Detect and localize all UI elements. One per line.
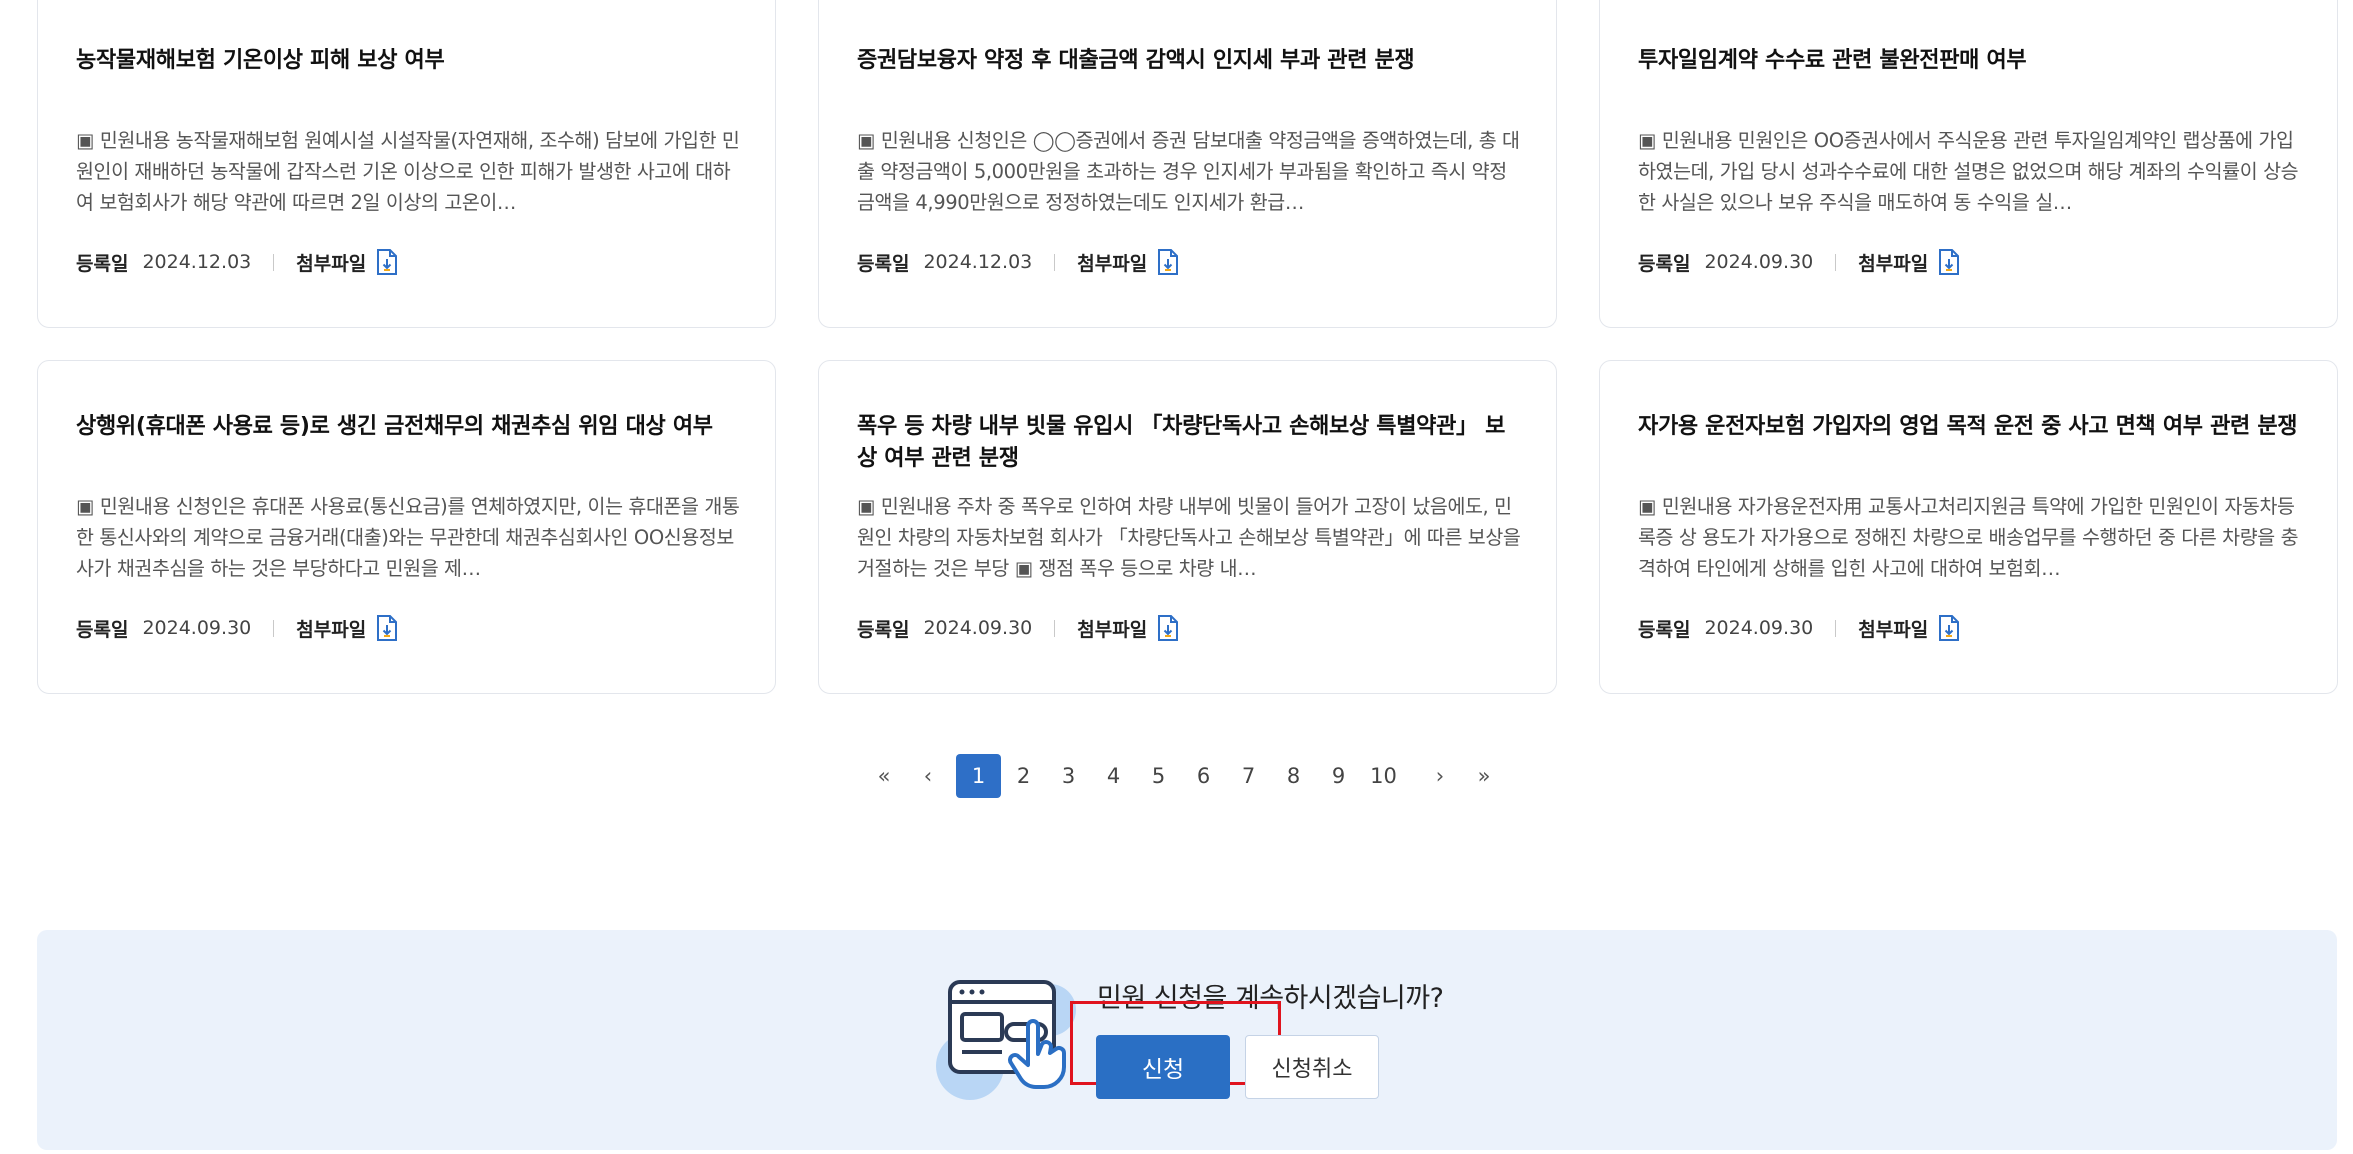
card-summary: ▣ 민원내용 자가용운전자用 교통사고처리지원금 특약에 가입한 민원인이 자동… [1638,495,2299,580]
apply-button[interactable]: 신청 [1096,1035,1230,1099]
apply-confirm-panel: 민원 신청을 계속하시겠습니까? 신청 신청취소 [37,930,2337,1150]
attachment-label: 첨부파일 [1858,618,1929,641]
date-value: 2024.09.30 [1704,617,1814,639]
date-value: 2024.09.30 [1704,251,1814,273]
web-click-hand-icon [932,970,1092,1102]
divider [1835,253,1837,271]
list-item[interactable]: 농작물재해보험 기온이상 피해 보상 여부 ▣ 민원내용 농작물재해보험 원예시… [37,0,776,328]
pagination: « ‹ 1 2 3 4 5 6 7 8 9 10 › » [862,754,1506,798]
first-page-button[interactable]: « [862,754,906,798]
card-meta: 등록일 2024.12.03 첨부파일 [857,247,1179,277]
card-meta: 등록일 2024.09.30 첨부파일 [1638,613,1960,643]
page-5-button[interactable]: 5 [1136,754,1181,798]
date-label: 등록일 [1638,618,1691,641]
attachment-label: 첨부파일 [296,252,367,275]
page: 농작물재해보험 기온이상 피해 보상 여부 ▣ 민원내용 농작물재해보험 원예시… [0,0,2353,1154]
card-title[interactable]: 투자일임계약 수수료 관련 불완전판매 여부 [1638,45,2303,77]
page-2-button[interactable]: 2 [1001,754,1046,798]
card-summary: ▣ 민원내용 민원인은 OO증권사에서 주식운용 관련 투자일임계약인 랩상품에… [1638,129,2299,214]
card-title[interactable]: 농작물재해보험 기온이상 피해 보상 여부 [76,45,741,77]
divider [1054,619,1056,637]
card-meta: 등록일 2024.09.30 첨부파일 [857,613,1179,643]
date-label: 등록일 [1638,252,1691,275]
list-item[interactable]: 자가용 운전자보험 가입자의 영업 목적 운전 중 사고 면책 여부 관련 분쟁… [1599,360,2338,694]
divider [273,619,275,637]
card-title[interactable]: 폭우 등 차량 내부 빗물 유입시 「차량단독사고 손해보상 특별약관」 보상 … [857,411,1522,475]
card-summary: ▣ 민원내용 주차 중 폭우로 인하여 차량 내부에 빗물이 들어가 고장이 났… [857,495,1521,580]
card-title[interactable]: 증권담보융자 약정 후 대출금액 감액시 인지세 부과 관련 분쟁 [857,45,1522,77]
divider [273,253,275,271]
date-value: 2024.09.30 [923,617,1033,639]
page-7-button[interactable]: 7 [1226,754,1271,798]
prev-page-button[interactable]: ‹ [906,754,950,798]
attachment-label: 첨부파일 [1077,618,1148,641]
list-item[interactable]: 폭우 등 차량 내부 빗물 유입시 「차량단독사고 손해보상 특별약관」 보상 … [818,360,1557,694]
card-meta: 등록일 2024.09.30 첨부파일 [1638,247,1960,277]
date-value: 2024.09.30 [142,617,252,639]
page-8-button[interactable]: 8 [1271,754,1316,798]
card-title[interactable]: 자가용 운전자보험 가입자의 영업 목적 운전 중 사고 면책 여부 관련 분쟁 [1638,411,2303,443]
page-4-button[interactable]: 4 [1091,754,1136,798]
card-grid: 농작물재해보험 기온이상 피해 보상 여부 ▣ 민원내용 농작물재해보험 원예시… [37,0,2338,694]
attachment-label: 첨부파일 [1858,252,1929,275]
card-summary: ▣ 민원내용 농작물재해보험 원예시설 시설작물(자연재해, 조수해) 담보에 … [76,129,740,214]
date-label: 등록일 [857,618,910,641]
page-6-button[interactable]: 6 [1181,754,1226,798]
list-item[interactable]: 상행위(휴대폰 사용료 등)로 생긴 금전채무의 채권추심 위임 대상 여부 ▣… [37,360,776,694]
page-3-button[interactable]: 3 [1046,754,1091,798]
attachment-label: 첨부파일 [296,618,367,641]
date-label: 등록일 [857,252,910,275]
date-label: 등록일 [76,618,129,641]
download-file-icon[interactable] [376,249,398,275]
date-value: 2024.12.03 [923,251,1033,273]
list-item[interactable]: 증권담보융자 약정 후 대출금액 감액시 인지세 부과 관련 분쟁 ▣ 민원내용… [818,0,1557,328]
page-9-button[interactable]: 9 [1316,754,1361,798]
page-1-button[interactable]: 1 [956,754,1001,798]
card-summary: ▣ 민원내용 신청인은 ◯◯증권에서 증권 담보대출 약정금액을 증액하였는데,… [857,129,1520,214]
attachment-label: 첨부파일 [1077,252,1148,275]
list-item[interactable]: 투자일임계약 수수료 관련 불완전판매 여부 ▣ 민원내용 민원인은 OO증권사… [1599,0,2338,328]
card-summary: ▣ 민원내용 신청인은 휴대폰 사용료(통신요금)를 연체하였지만, 이는 휴대… [76,495,740,580]
divider [1835,619,1837,637]
card-meta: 등록일 2024.09.30 첨부파일 [76,613,398,643]
download-file-icon[interactable] [1938,615,1960,641]
page-10-button[interactable]: 10 [1361,754,1406,798]
date-label: 등록일 [76,252,129,275]
download-file-icon[interactable] [1938,249,1960,275]
next-page-button[interactable]: › [1418,754,1462,798]
last-page-button[interactable]: » [1462,754,1506,798]
date-value: 2024.12.03 [142,251,252,273]
card-title[interactable]: 상행위(휴대폰 사용료 등)로 생긴 금전채무의 채권추심 위임 대상 여부 [76,411,741,443]
download-file-icon[interactable] [376,615,398,641]
card-meta: 등록일 2024.12.03 첨부파일 [76,247,398,277]
cancel-apply-button[interactable]: 신청취소 [1245,1035,1379,1099]
divider [1054,253,1056,271]
download-file-icon[interactable] [1157,249,1179,275]
download-file-icon[interactable] [1157,615,1179,641]
